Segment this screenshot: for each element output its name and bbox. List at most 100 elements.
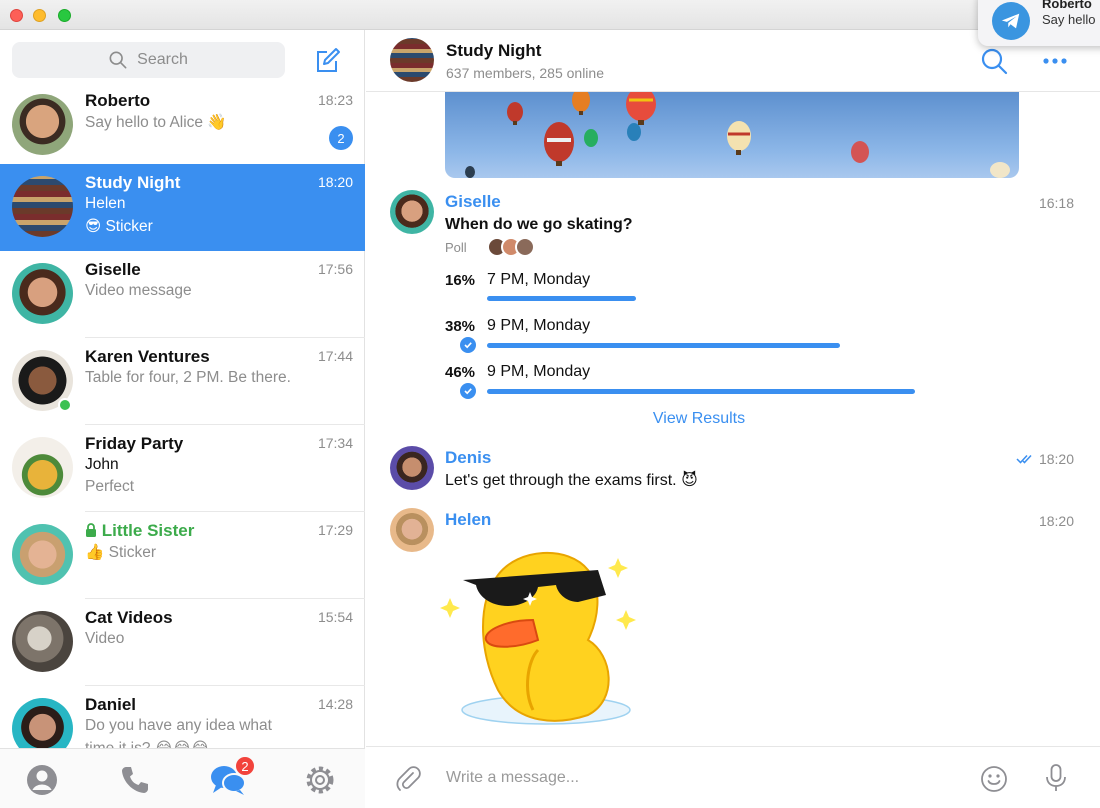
message-time: 18:20 bbox=[1038, 451, 1074, 467]
attach-button[interactable] bbox=[394, 765, 422, 793]
duck-with-sunglasses-sticker bbox=[440, 551, 636, 725]
message-time: 18:20 bbox=[1038, 513, 1074, 529]
phone-icon bbox=[122, 767, 148, 793]
chat-item-roberto[interactable]: Roberto 18:23 Say hello to Alice 👋 2 bbox=[0, 91, 365, 169]
chat-name: Little Sister bbox=[85, 521, 194, 541]
app-window: Roberto Say hello Search Roberto 18:23 S… bbox=[0, 0, 1100, 808]
tab-settings[interactable] bbox=[303, 763, 337, 797]
search-button[interactable] bbox=[980, 47, 1008, 75]
chat-time: 17:56 bbox=[317, 261, 353, 277]
tab-contacts[interactable] bbox=[25, 763, 59, 797]
message-text: Let's get through the exams first. 😈 bbox=[445, 472, 698, 489]
chat-name: Karen Ventures bbox=[85, 347, 210, 366]
title-bar bbox=[0, 0, 1100, 30]
balloons-photo[interactable] bbox=[445, 92, 1019, 178]
gear-icon bbox=[306, 766, 334, 794]
compose-icon bbox=[317, 48, 340, 72]
chat-sender: John bbox=[85, 456, 119, 473]
poll-voters-avatars bbox=[487, 237, 547, 259]
chat-item-daniel[interactable]: Daniel 14:28 Do you have any idea what t… bbox=[0, 686, 365, 748]
chat-time: 18:23 bbox=[317, 92, 353, 108]
poll-option-percent: 16% bbox=[445, 272, 476, 289]
message-time: 16:18 bbox=[1038, 195, 1074, 211]
chat-time: 15:54 bbox=[317, 609, 353, 625]
chat-time: 17:44 bbox=[317, 348, 353, 364]
poll-label: Poll bbox=[445, 240, 467, 255]
chat-name-text: Little Sister bbox=[101, 521, 195, 540]
poll-option-text: 9 PM, Monday bbox=[487, 317, 591, 334]
poll-option-percent: 46% bbox=[445, 364, 476, 381]
chat-item-friday-party[interactable]: Friday Party 17:34 John Perfect bbox=[0, 425, 365, 512]
more-button[interactable] bbox=[1042, 52, 1068, 70]
poll-option-text: 7 PM, Monday bbox=[487, 271, 591, 288]
close-window-button[interactable] bbox=[10, 9, 23, 22]
zoom-window-button[interactable] bbox=[58, 9, 71, 22]
duck-sticker[interactable] bbox=[438, 540, 644, 732]
minimize-window-button[interactable] bbox=[33, 9, 46, 22]
view-results-button[interactable]: View Results bbox=[445, 410, 953, 428]
sender-avatar-giselle[interactable] bbox=[390, 190, 434, 234]
chat-time: 17:34 bbox=[317, 435, 353, 451]
balloons-image bbox=[465, 92, 1010, 178]
notification-banner[interactable]: Roberto Say hello bbox=[978, 0, 1100, 46]
chat-name: Giselle bbox=[85, 260, 141, 279]
poll-option-text: 9 PM, Monday bbox=[487, 363, 591, 380]
message-status: 18:20 bbox=[1016, 451, 1074, 467]
chat-time: 17:29 bbox=[317, 522, 353, 538]
chat-name: Friday Party bbox=[85, 434, 184, 453]
chat-name: Daniel bbox=[85, 695, 137, 714]
chat-preview: Do you have any idea what bbox=[85, 717, 272, 734]
sender-avatar-helen[interactable] bbox=[390, 508, 434, 552]
chat-time: 14:28 bbox=[317, 696, 353, 712]
chat-preview: Say hello to Alice 👋 bbox=[85, 114, 227, 131]
online-indicator bbox=[58, 398, 72, 412]
double-check-icon bbox=[1016, 454, 1032, 464]
emoji-button[interactable] bbox=[980, 765, 1008, 793]
chat-name: Cat Videos bbox=[85, 608, 173, 627]
avatar bbox=[12, 263, 73, 324]
chat-preview: Table for four, 2 PM. Be there. bbox=[85, 369, 291, 386]
lock-icon bbox=[86, 523, 96, 537]
tab-bar: 2 bbox=[0, 748, 365, 808]
chat-preview: Video bbox=[85, 630, 125, 647]
microphone-icon bbox=[1046, 764, 1066, 791]
sender-name[interactable]: Helen bbox=[445, 510, 491, 530]
poll-option-bar bbox=[487, 296, 636, 301]
chat-sender: Helen bbox=[85, 195, 126, 212]
chat-item-little-sister[interactable]: Little Sister 17:29 👍 Sticker bbox=[0, 512, 365, 599]
avatar bbox=[12, 611, 73, 672]
chat-preview: 😎 Sticker bbox=[85, 218, 153, 235]
avatar bbox=[12, 176, 73, 237]
telegram-logo-icon bbox=[992, 2, 1030, 40]
chat-preview: Video message bbox=[85, 282, 192, 299]
chat-title[interactable]: Study Night bbox=[446, 41, 541, 61]
check-icon bbox=[460, 337, 476, 353]
poll-option-percent: 38% bbox=[445, 318, 476, 335]
compose-button[interactable] bbox=[312, 46, 342, 76]
paperclip-icon bbox=[396, 766, 421, 791]
search-field[interactable]: Search bbox=[12, 42, 285, 78]
chats-unread-badge: 2 bbox=[234, 755, 256, 777]
group-avatar[interactable] bbox=[390, 38, 434, 82]
smiley-icon bbox=[981, 766, 1007, 792]
voice-message-button[interactable] bbox=[1044, 763, 1068, 793]
poll-option-bar bbox=[487, 389, 915, 394]
sender-avatar-denis[interactable] bbox=[390, 446, 434, 490]
poll-option-bar bbox=[487, 343, 840, 348]
poll-question: When do we go skating? bbox=[445, 216, 633, 233]
avatar bbox=[12, 698, 73, 748]
sender-name[interactable]: Giselle bbox=[445, 192, 501, 212]
sender-name[interactable]: Denis bbox=[445, 448, 491, 468]
chat-name: Study Night bbox=[85, 173, 181, 192]
chat-list: Roberto 18:23 Say hello to Alice 👋 2 Stu… bbox=[0, 91, 365, 748]
chat-item-karen-ventures[interactable]: Karen Ventures 17:44 Table for four, 2 P… bbox=[0, 338, 365, 425]
chat-item-study-night[interactable]: Study Night 18:20 Helen 😎 Sticker bbox=[0, 164, 365, 251]
message-input[interactable] bbox=[446, 763, 926, 793]
chat-item-cat-videos[interactable]: Cat Videos 15:54 Video bbox=[0, 599, 365, 686]
chat-preview: 👍 Sticker bbox=[85, 544, 156, 561]
search-icon bbox=[981, 48, 1008, 75]
person-icon bbox=[27, 765, 57, 795]
chat-item-giselle[interactable]: Giselle 17:56 Video message bbox=[0, 251, 365, 338]
tab-calls[interactable] bbox=[118, 763, 152, 797]
chat-preview: Perfect bbox=[85, 478, 135, 495]
